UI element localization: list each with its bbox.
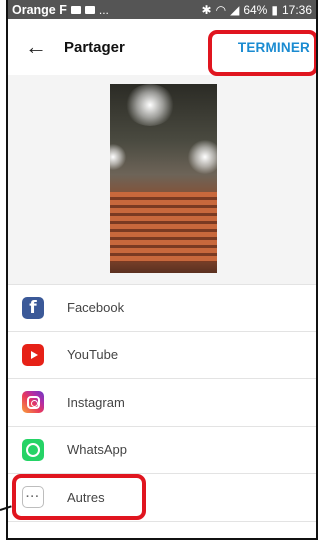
share-item-instagram[interactable]: Instagram bbox=[8, 379, 316, 427]
wifi-icon: ◠ bbox=[215, 2, 227, 17]
gallery-notification-icon bbox=[70, 5, 81, 14]
battery-level: 64% bbox=[243, 2, 268, 17]
more-notifications: ... bbox=[98, 2, 109, 17]
instagram-icon bbox=[22, 391, 44, 414]
stage-light bbox=[125, 84, 175, 126]
carrier-name: Orange F bbox=[12, 2, 67, 17]
share-item-label: WhatsApp bbox=[67, 442, 127, 458]
youtube-icon bbox=[22, 343, 44, 366]
share-item-label: Facebook bbox=[67, 300, 125, 316]
share-item-label: YouTube bbox=[67, 347, 119, 363]
clock: 17:36 bbox=[281, 2, 312, 17]
back-button[interactable]: ← bbox=[8, 19, 64, 75]
status-bar: Orange F ... ✱ ◠ ◢ 64% ▮ 17:36 bbox=[8, 0, 316, 19]
stage-light bbox=[110, 144, 126, 170]
theater-seats bbox=[110, 192, 217, 262]
battery-icon: ▮ bbox=[271, 2, 278, 17]
photo-thumbnail bbox=[110, 84, 217, 273]
others-highlight-box bbox=[12, 474, 146, 520]
bluetooth-icon: ✱ bbox=[201, 2, 212, 17]
phone-screen: Orange F ... ✱ ◠ ◢ 64% ▮ 17:36 ← Partage… bbox=[6, 0, 318, 540]
arrow-left-icon: ← bbox=[25, 34, 47, 59]
media-preview-area bbox=[8, 75, 316, 284]
share-item-label: Instagram bbox=[67, 394, 125, 410]
signal-icon: ◢ bbox=[230, 2, 240, 17]
share-item-facebook[interactable]: f Facebook bbox=[8, 284, 316, 332]
share-item-whatsapp[interactable]: WhatsApp bbox=[8, 426, 316, 474]
whatsapp-icon bbox=[22, 438, 44, 461]
share-item-youtube[interactable]: YouTube bbox=[8, 331, 316, 379]
stage-light bbox=[188, 140, 217, 174]
done-highlight-box bbox=[208, 30, 316, 76]
facebook-icon: f bbox=[22, 296, 44, 319]
message-notification-icon bbox=[84, 5, 95, 14]
